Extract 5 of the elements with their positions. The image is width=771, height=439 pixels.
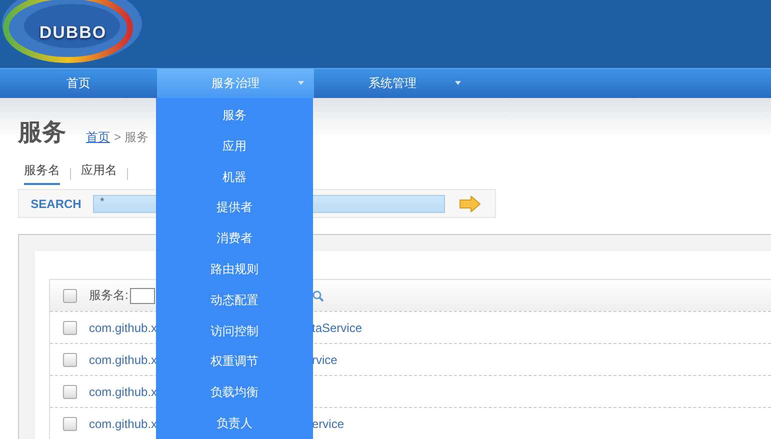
logo-text: DUBBO [39, 23, 107, 43]
filter-label: 服务名: [89, 287, 128, 304]
page-title: 服务 [18, 117, 66, 148]
breadcrumb-text: > 服务 [114, 129, 148, 146]
search-label: SEARCH [30, 196, 82, 210]
